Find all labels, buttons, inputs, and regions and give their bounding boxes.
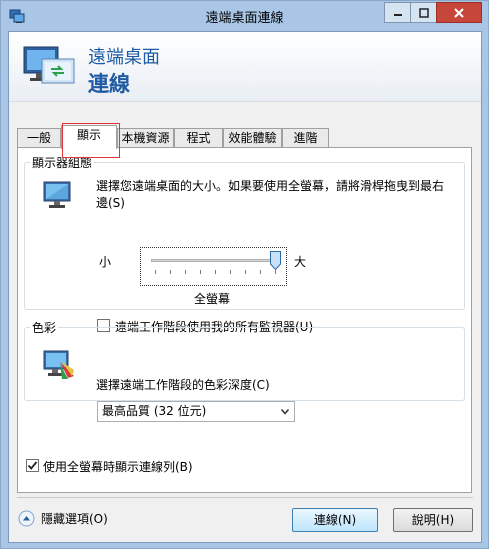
connect-button[interactable]: 連線(N)	[292, 508, 378, 532]
display-size-description: 選擇您遠端桌面的大小。如果要使用全螢幕，請將滑桿拖曳到最右邊(S)	[96, 179, 445, 210]
color-depth-description: 選擇遠端工作階段的色彩深度(C)	[96, 378, 270, 392]
checkmark-icon	[27, 461, 38, 470]
connection-bar-label: 使用全螢幕時顯示連線列(B)	[43, 460, 193, 474]
slider-tick	[230, 270, 231, 274]
title-bar[interactable]: 遠端桌面連線	[1, 1, 488, 31]
minimize-button[interactable]	[384, 2, 411, 23]
color-depth-select[interactable]: 最高品質 (32 位元)	[97, 401, 295, 422]
tab-local-resources[interactable]: 本機資源	[117, 128, 174, 148]
maximize-button[interactable]	[410, 2, 437, 23]
tab-general[interactable]: 一般	[17, 128, 61, 148]
tab-display[interactable]: 顯示	[61, 125, 117, 149]
slider-tick	[170, 270, 171, 274]
slider-tick	[185, 270, 186, 274]
slider-tick	[215, 270, 216, 274]
header-title-line1: 遠端桌面	[88, 47, 160, 68]
hide-options-button[interactable]: 隱藏選項(O)	[18, 510, 108, 527]
footer-separator	[17, 497, 473, 498]
color-depth-value: 最高品質 (32 位元)	[102, 404, 207, 418]
hide-options-label: 隱藏選項(O)	[41, 512, 108, 526]
slider-thumb[interactable]	[270, 251, 281, 270]
slider-label-small: 小	[99, 255, 112, 269]
display-size-slider[interactable]	[140, 247, 287, 286]
close-icon	[454, 7, 464, 18]
header-title-line2: 連線	[88, 72, 130, 96]
monitor-icon	[43, 181, 71, 208]
slider-tick	[200, 270, 201, 274]
slider-tick	[245, 270, 246, 274]
display-config-title: 顯示器組態	[32, 156, 93, 170]
remote-desktop-window: 遠端桌面連線 遠端桌面 連線 一般 顯示 本機資源 程式 效能體驗 進階 顯示器…	[0, 0, 489, 549]
tab-advanced[interactable]: 進階	[282, 128, 329, 148]
slider-tick	[275, 270, 276, 274]
tab-programs[interactable]: 程式	[174, 128, 223, 148]
tab-experience[interactable]: 效能體驗	[223, 128, 282, 148]
close-button[interactable]	[436, 2, 482, 23]
slider-track	[151, 259, 279, 262]
slider-label-large: 大	[294, 255, 307, 269]
help-button[interactable]: 說明(H)	[393, 508, 473, 532]
slider-tick	[155, 270, 156, 274]
color-palette-icon	[43, 350, 74, 379]
connection-bar-checkbox[interactable]	[26, 459, 39, 472]
minimize-icon	[394, 13, 402, 16]
maximize-icon	[419, 7, 429, 18]
chevron-down-icon	[281, 409, 289, 415]
dialog-client-area: 遠端桌面 連線 一般 顯示 本機資源 程式 效能體驗 進階 顯示器組態 選擇您遠…	[8, 31, 482, 543]
slider-value-label: 全螢幕	[194, 292, 231, 306]
dialog-header: 遠端桌面 連線	[9, 32, 481, 102]
display-tab-panel: 顯示器組態 選擇您遠端桌面的大小。如果要使用全螢幕，請將滑桿拖曳到最右邊(S) …	[17, 147, 472, 493]
remote-desktop-logo-icon	[23, 46, 75, 84]
colors-title: 色彩	[32, 321, 57, 335]
slider-tick	[260, 270, 261, 274]
chevron-up-icon	[18, 510, 35, 527]
